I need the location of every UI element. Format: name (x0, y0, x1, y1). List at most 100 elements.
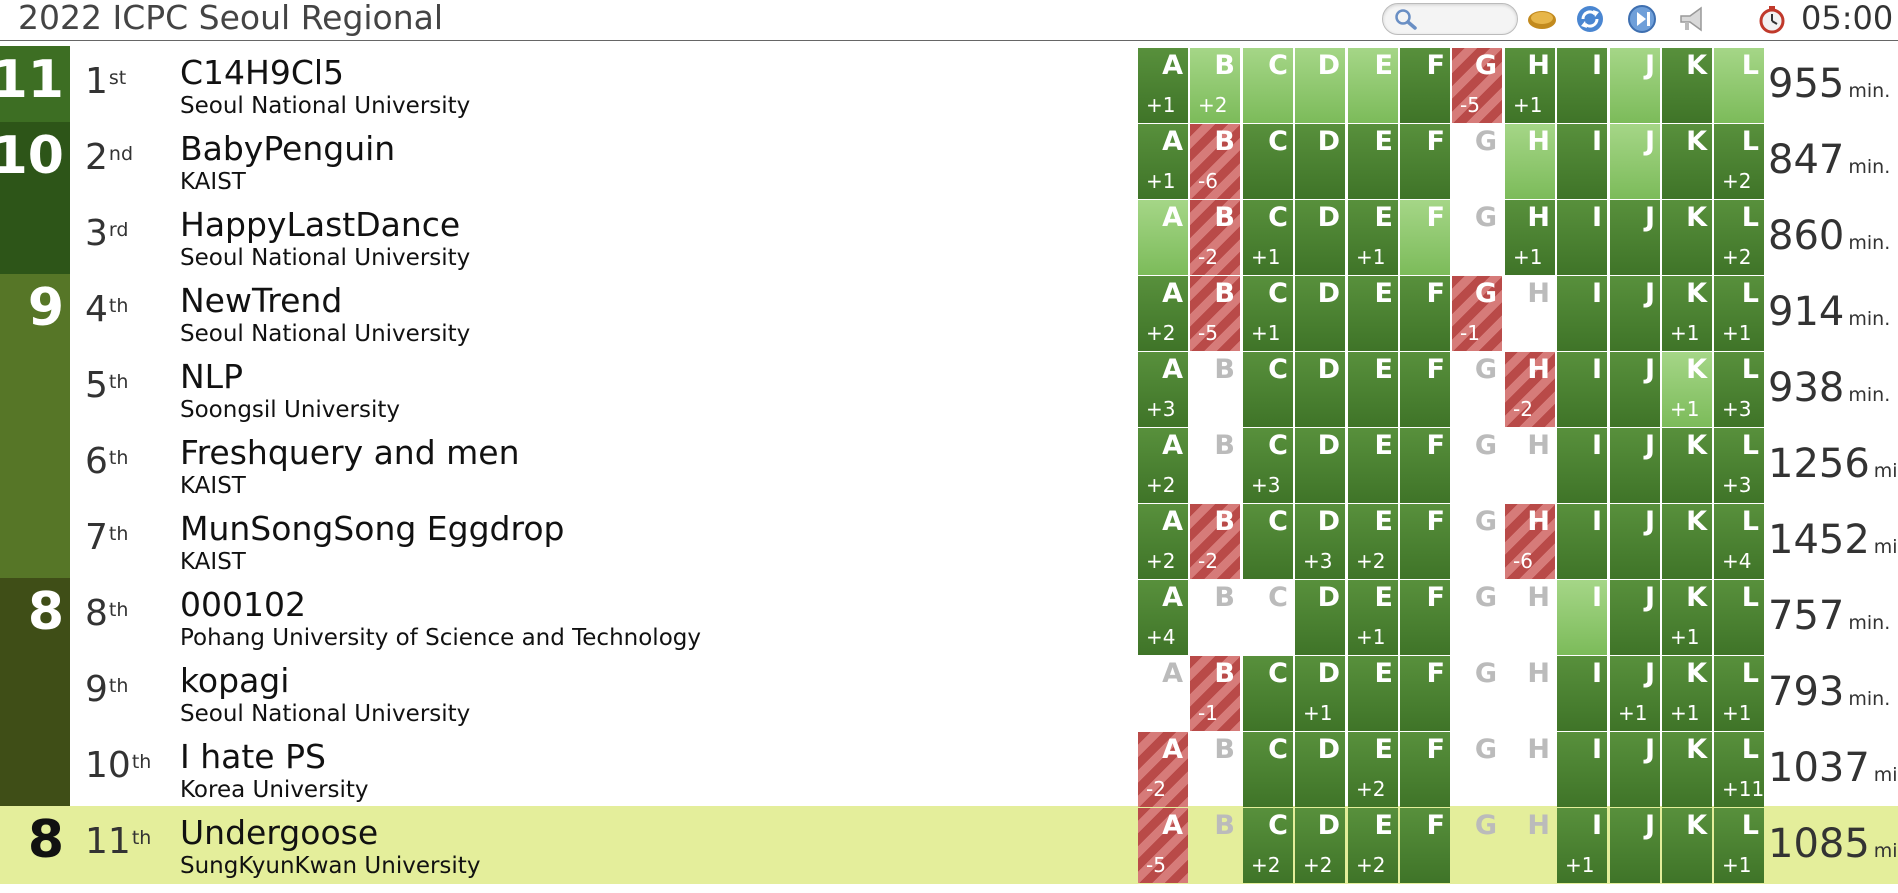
announcement-icon[interactable] (1676, 3, 1708, 35)
team-name[interactable]: kopagi (180, 662, 289, 700)
problem-cell-e[interactable]: E (1348, 428, 1398, 503)
problem-cell-l[interactable]: L +3 (1714, 352, 1764, 427)
problem-cell-f[interactable]: F (1400, 428, 1450, 503)
problem-cell-j[interactable]: J (1610, 428, 1660, 503)
problem-cell-g[interactable]: G (1452, 808, 1502, 883)
problem-cell-c[interactable]: C (1243, 48, 1293, 123)
team-name[interactable]: Undergoose (180, 814, 378, 852)
problem-cell-i[interactable]: I (1557, 352, 1607, 427)
problem-cell-e[interactable]: E +1 (1348, 200, 1398, 275)
problem-cell-h[interactable]: H -6 (1505, 504, 1555, 579)
problem-cell-j[interactable]: J (1610, 124, 1660, 199)
problem-cell-b[interactable]: B -5 (1190, 276, 1240, 351)
problem-cell-l[interactable]: L +1 (1714, 276, 1764, 351)
problem-cell-k[interactable]: K (1662, 504, 1712, 579)
problem-cell-l[interactable]: L +11 (1714, 732, 1764, 807)
problem-cell-c[interactable]: C (1243, 656, 1293, 731)
problem-cell-d[interactable]: D +2 (1295, 808, 1345, 883)
team-row[interactable]: 2nd BabyPenguin KAIST A +1 B -6 C D E F G H I J K L +2 847… (0, 124, 1898, 200)
team-name[interactable]: 000102 (180, 586, 306, 624)
problem-cell-l[interactable]: L (1714, 48, 1764, 123)
problem-cell-k[interactable]: K (1662, 428, 1712, 503)
problem-cell-f[interactable]: F (1400, 352, 1450, 427)
problem-cell-j[interactable]: J (1610, 276, 1660, 351)
problem-cell-h[interactable]: H (1505, 808, 1555, 883)
problem-cell-a[interactable]: A -5 (1138, 808, 1188, 883)
problem-cell-g[interactable]: G (1452, 124, 1502, 199)
problem-cell-a[interactable]: A +2 (1138, 428, 1188, 503)
team-name[interactable]: BabyPenguin (180, 130, 395, 168)
problem-cell-j[interactable]: J +1 (1610, 656, 1660, 731)
team-row[interactable]: 6th Freshquery and men KAIST A +2 B C +3 D E F G H I J… (0, 428, 1898, 504)
problem-cell-i[interactable]: I (1557, 580, 1607, 655)
problem-cell-b[interactable]: B (1190, 732, 1240, 807)
problem-cell-b[interactable]: B -2 (1190, 200, 1240, 275)
problem-cell-c[interactable]: C +2 (1243, 808, 1293, 883)
problem-cell-f[interactable]: F (1400, 48, 1450, 123)
problem-cell-b[interactable]: B (1190, 428, 1240, 503)
team-name[interactable]: Freshquery and men (180, 434, 520, 472)
team-name[interactable]: I hate PS (180, 738, 326, 776)
problem-cell-j[interactable]: J (1610, 808, 1660, 883)
problem-cell-g[interactable]: G (1452, 732, 1502, 807)
problem-cell-g[interactable]: G -1 (1452, 276, 1502, 351)
problem-cell-l[interactable]: L +3 (1714, 428, 1764, 503)
problem-cell-d[interactable]: D (1295, 48, 1345, 123)
problem-cell-l[interactable]: L +2 (1714, 124, 1764, 199)
problem-cell-h[interactable]: H (1505, 732, 1555, 807)
problem-cell-d[interactable]: D (1295, 580, 1345, 655)
problem-cell-a[interactable]: A (1138, 656, 1188, 731)
problem-cell-h[interactable]: H (1505, 124, 1555, 199)
team-row[interactable]: 10th I hate PS Korea University A -2 B C D E +2 F G… (0, 732, 1898, 808)
problem-cell-c[interactable]: C +3 (1243, 428, 1293, 503)
problem-cell-k[interactable]: K +1 (1662, 352, 1712, 427)
problem-cell-f[interactable]: F (1400, 580, 1450, 655)
problem-cell-b[interactable]: B -1 (1190, 656, 1240, 731)
problem-cell-h[interactable]: H (1505, 428, 1555, 503)
problem-cell-g[interactable]: G -5 (1452, 48, 1502, 123)
problem-cell-h[interactable]: H (1505, 580, 1555, 655)
problem-cell-g[interactable]: G (1452, 352, 1502, 427)
problem-cell-i[interactable]: I (1557, 276, 1607, 351)
problem-cell-d[interactable]: D (1295, 124, 1345, 199)
problem-cell-i[interactable]: I (1557, 732, 1607, 807)
problem-cell-a[interactable]: A +2 (1138, 276, 1188, 351)
problem-cell-f[interactable]: F (1400, 656, 1450, 731)
problem-cell-j[interactable]: J (1610, 504, 1660, 579)
problem-cell-d[interactable]: D (1295, 732, 1345, 807)
problem-cell-f[interactable]: F (1400, 200, 1450, 275)
team-row[interactable]: 7th MunSongSong Eggdrop KAIST A +2 B -2 C D +3 E +2… (0, 504, 1898, 580)
refresh-icon[interactable] (1574, 3, 1606, 35)
problem-cell-e[interactable]: E (1348, 276, 1398, 351)
team-row[interactable]: 8th 000102 Pohang University of Science an… (0, 580, 1898, 656)
problem-cell-a[interactable]: A +4 (1138, 580, 1188, 655)
team-name[interactable]: NLP (180, 358, 243, 396)
problem-cell-a[interactable]: A +2 (1138, 504, 1188, 579)
problem-cell-f[interactable]: F (1400, 276, 1450, 351)
problem-cell-d[interactable]: D (1295, 276, 1345, 351)
skip-forward-icon[interactable] (1626, 3, 1658, 35)
problem-cell-e[interactable]: E (1348, 656, 1398, 731)
problem-cell-k[interactable]: K (1662, 124, 1712, 199)
problem-cell-g[interactable]: G (1452, 428, 1502, 503)
problem-cell-k[interactable]: K +1 (1662, 580, 1712, 655)
problem-cell-k[interactable]: K +1 (1662, 656, 1712, 731)
team-row[interactable]: 9th kopagi Seoul National University A B -1 C D… (0, 656, 1898, 732)
problem-cell-a[interactable]: A (1138, 200, 1188, 275)
problem-cell-f[interactable]: F (1400, 808, 1450, 883)
team-name[interactable]: C14H9Cl5 (180, 54, 344, 92)
problem-cell-j[interactable]: J (1610, 352, 1660, 427)
team-row[interactable]: 3rd HappyLastDance Seoul National Universi… (0, 200, 1898, 276)
problem-cell-e[interactable]: E +2 (1348, 504, 1398, 579)
problem-cell-b[interactable]: B -2 (1190, 504, 1240, 579)
team-row[interactable]: 11th Undergoose SungKyunKwan University A -5… (0, 808, 1898, 884)
team-name[interactable]: MunSongSong Eggdrop (180, 510, 564, 548)
problem-cell-l[interactable]: L +4 (1714, 504, 1764, 579)
team-name[interactable]: HappyLastDance (180, 206, 460, 244)
problem-cell-i[interactable]: I (1557, 124, 1607, 199)
problem-cell-k[interactable]: K (1662, 48, 1712, 123)
problem-cell-b[interactable]: B +2 (1190, 48, 1240, 123)
problem-cell-h[interactable]: H (1505, 656, 1555, 731)
problem-cell-e[interactable]: E +2 (1348, 808, 1398, 883)
problem-cell-l[interactable]: L +1 (1714, 656, 1764, 731)
